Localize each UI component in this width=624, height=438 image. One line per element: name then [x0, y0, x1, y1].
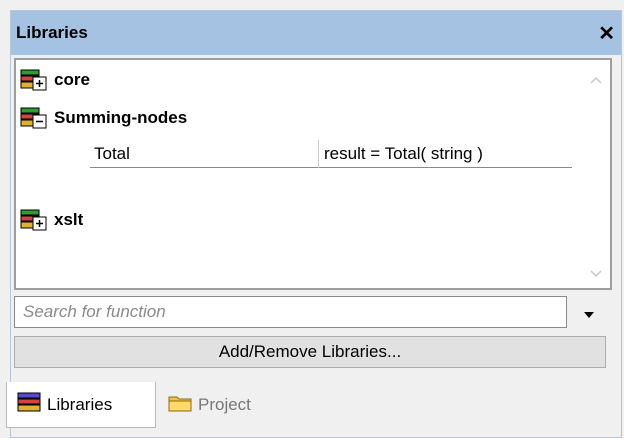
tab-strip: Libraries Project [0, 382, 612, 428]
add-remove-libraries-button[interactable]: Add/Remove Libraries... [14, 336, 606, 368]
scroll-up-icon[interactable] [590, 74, 602, 86]
tab-label: Project [198, 395, 251, 414]
scroll-down-icon[interactable] [590, 266, 602, 278]
folder-icon [168, 393, 192, 418]
column-separator [318, 140, 319, 168]
tree-item-summing-nodes[interactable]: Summing-nodes [20, 106, 187, 130]
library-tree: core Summing-nodes Total result = Total(… [14, 58, 612, 290]
function-name: Total [94, 144, 130, 163]
library-name: core [54, 70, 90, 89]
tab-libraries[interactable]: Libraries [6, 382, 156, 428]
tree-item-core[interactable]: core [20, 68, 90, 92]
tab-project[interactable]: Project [164, 382, 304, 428]
search-input[interactable]: Search for function [14, 296, 567, 328]
books-icon [17, 392, 41, 417]
library-name: xslt [54, 210, 84, 229]
function-signature: result = Total( string ) [324, 144, 483, 163]
panel-titlebar: Libraries ✕ [11, 11, 621, 55]
tab-label: Libraries [47, 394, 113, 414]
panel-title: Libraries [16, 23, 88, 42]
library-collapsed-icon[interactable] [20, 208, 50, 232]
function-row-total[interactable]: Total result = Total( string ) [90, 140, 572, 168]
tree-item-xslt[interactable]: xslt [20, 208, 83, 232]
close-icon[interactable]: ✕ [598, 21, 615, 46]
library-collapsed-icon[interactable] [20, 68, 50, 92]
chevron-down-icon[interactable] [582, 307, 596, 318]
library-name: Summing-nodes [54, 108, 188, 127]
library-expanded-icon[interactable] [20, 106, 50, 130]
